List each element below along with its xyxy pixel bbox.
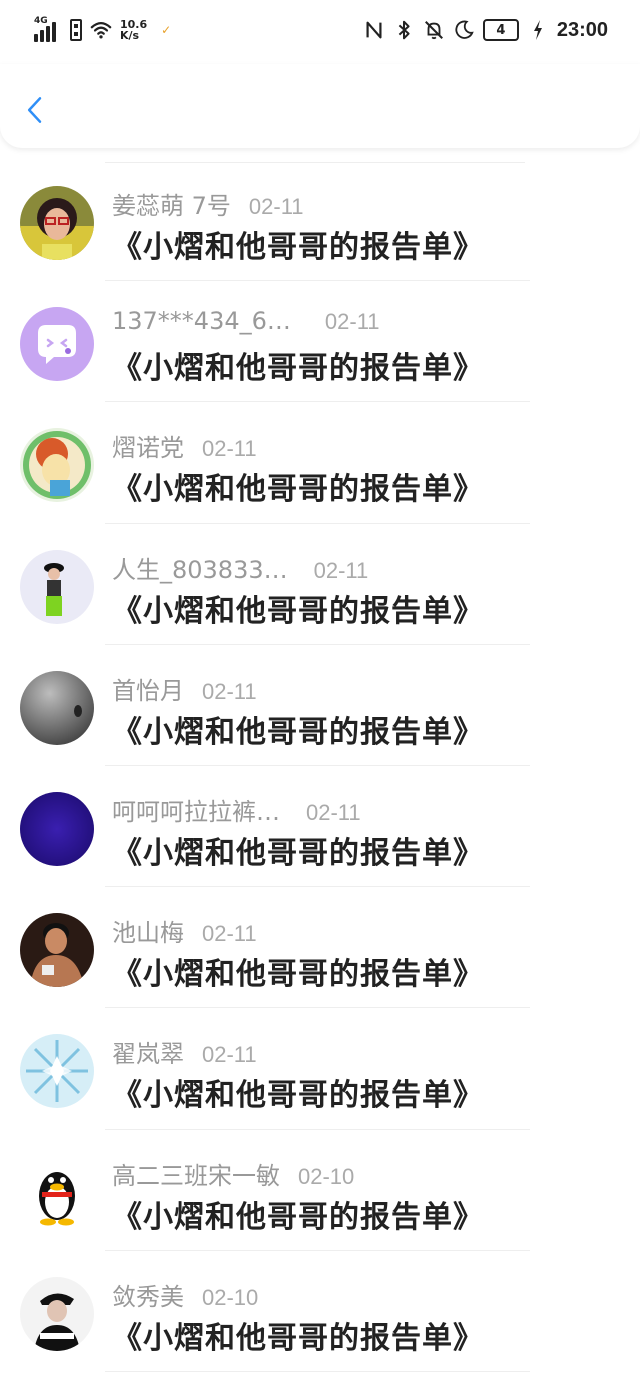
wifi-icon <box>90 22 112 39</box>
comment-title[interactable]: 《小熠和他哥哥的报告单》 <box>112 343 484 387</box>
commenter-name: 池山梅 <box>112 919 184 948</box>
list-item[interactable]: 首怡月 02-11 《小熠和他哥哥的报告单》 <box>0 645 640 766</box>
comment-title[interactable]: 《小熠和他哥哥的报告单》 <box>112 586 484 630</box>
comment-date: 02-10 <box>202 1284 259 1310</box>
commenter-name: 熠诺党 <box>112 434 184 463</box>
avatar[interactable] <box>20 1276 94 1351</box>
comment-date: 02-11 <box>248 194 304 219</box>
list-item[interactable]: 敛秀美 02-10 《小熠和他哥哥的报告单》 <box>0 1251 640 1372</box>
comment-title[interactable]: 《小熠和他哥哥的报告单》 <box>112 1192 484 1236</box>
list-item[interactable]: 高二三班宋一敏 02-10 《小熠和他哥哥的报告单》 <box>0 1130 640 1251</box>
avatar[interactable] <box>20 428 94 503</box>
avatar[interactable] <box>20 549 94 624</box>
net-speed: 10.6 K/s <box>120 18 148 42</box>
comment-date: 02-11 <box>202 436 257 462</box>
avatar[interactable] <box>20 791 94 866</box>
top-nav-bar <box>0 64 640 148</box>
list-item[interactable]: 池山梅 02-11 《小熠和他哥哥的报告单》 <box>0 887 640 1009</box>
comment-title[interactable]: 《小熠和他哥哥的报告单》 <box>112 707 484 751</box>
avatar[interactable] <box>20 1034 94 1109</box>
bluetooth-icon <box>398 20 410 40</box>
commenter-name: 高二三班宋一敏 <box>112 1161 280 1190</box>
comment-date: 02-11 <box>202 1042 257 1068</box>
comment-title[interactable]: 《小熠和他哥哥的报告单》 <box>112 1070 484 1114</box>
back-button[interactable] <box>18 90 52 130</box>
comment-date: 02-11 <box>313 557 369 583</box>
cellular-signal-icon: 4G <box>34 16 62 42</box>
comment-title[interactable]: 《小熠和他哥哥的报告单》 <box>112 828 484 872</box>
moon-icon <box>455 20 474 39</box>
charging-icon <box>533 20 542 40</box>
mute-bell-icon <box>424 21 443 40</box>
notification-mark-icon: ✓ <box>161 23 172 37</box>
avatar[interactable] <box>20 186 94 260</box>
battery-icon: 4 <box>482 19 519 41</box>
chevron-left-icon <box>27 97 42 123</box>
list-item[interactable]: 翟岚翠 02-11 《小熠和他哥哥的报告单》 <box>0 1008 640 1130</box>
avatar[interactable] <box>20 307 94 382</box>
comment-title[interactable]: 《小熠和他哥哥的报告单》 <box>112 1313 484 1357</box>
comment-title[interactable]: 《小熠和他哥哥的报告单》 <box>112 222 484 266</box>
commenter-name: 人生_803833… <box>112 555 288 584</box>
clock-time: 23:00 <box>556 18 608 41</box>
commenter-name: 首怡月 <box>112 676 184 705</box>
commenter-name: 姜蕊萌 7号 <box>112 192 231 220</box>
list-item[interactable]: 137***434_6… 02-11 《小熠和他哥哥的报告单》 <box>0 281 640 403</box>
commenter-name: 敛秀美 <box>112 1282 184 1311</box>
comment-date: 02-11 <box>202 678 257 704</box>
avatar[interactable] <box>20 670 94 745</box>
list-item[interactable]: 熠诺党 02-11 《小熠和他哥哥的报告单》 <box>0 402 640 524</box>
comment-date: 02-10 <box>298 1163 355 1189</box>
sim-card-icon <box>70 19 82 41</box>
comment-title[interactable]: 《小熠和他哥哥的报告单》 <box>112 949 484 993</box>
list-item[interactable]: 姜蕊萌 7号 02-11 《小熠和他哥哥的报告单》 <box>0 160 640 282</box>
commenter-name: 翟岚翠 <box>112 1040 184 1069</box>
list-item[interactable]: 呵呵呵拉拉裤… 02-11 《小熠和他哥哥的报告单》 <box>0 766 640 888</box>
comment-date: 02-11 <box>324 309 380 335</box>
status-bar: 4G 10.6 K/s ✓ 4 23:00 <box>0 0 640 64</box>
commenter-name: 137***434_6… <box>112 307 291 336</box>
comment-date: 02-11 <box>306 799 361 825</box>
comment-title[interactable]: 《小熠和他哥哥的报告单》 <box>112 464 484 508</box>
nfc-icon <box>366 21 382 39</box>
avatar[interactable] <box>20 1155 94 1230</box>
list-item[interactable]: 人生_803833… 02-11 《小熠和他哥哥的报告单》 <box>0 524 640 645</box>
network-type: 4G <box>34 16 48 26</box>
comment-date: 02-11 <box>202 921 257 947</box>
commenter-name: 呵呵呵拉拉裤… <box>112 797 280 826</box>
comment-list: 姜蕊萌 7号 02-11 《小熠和他哥哥的报告单》 137***434_6… 0… <box>0 160 640 1372</box>
avatar[interactable] <box>20 913 94 988</box>
